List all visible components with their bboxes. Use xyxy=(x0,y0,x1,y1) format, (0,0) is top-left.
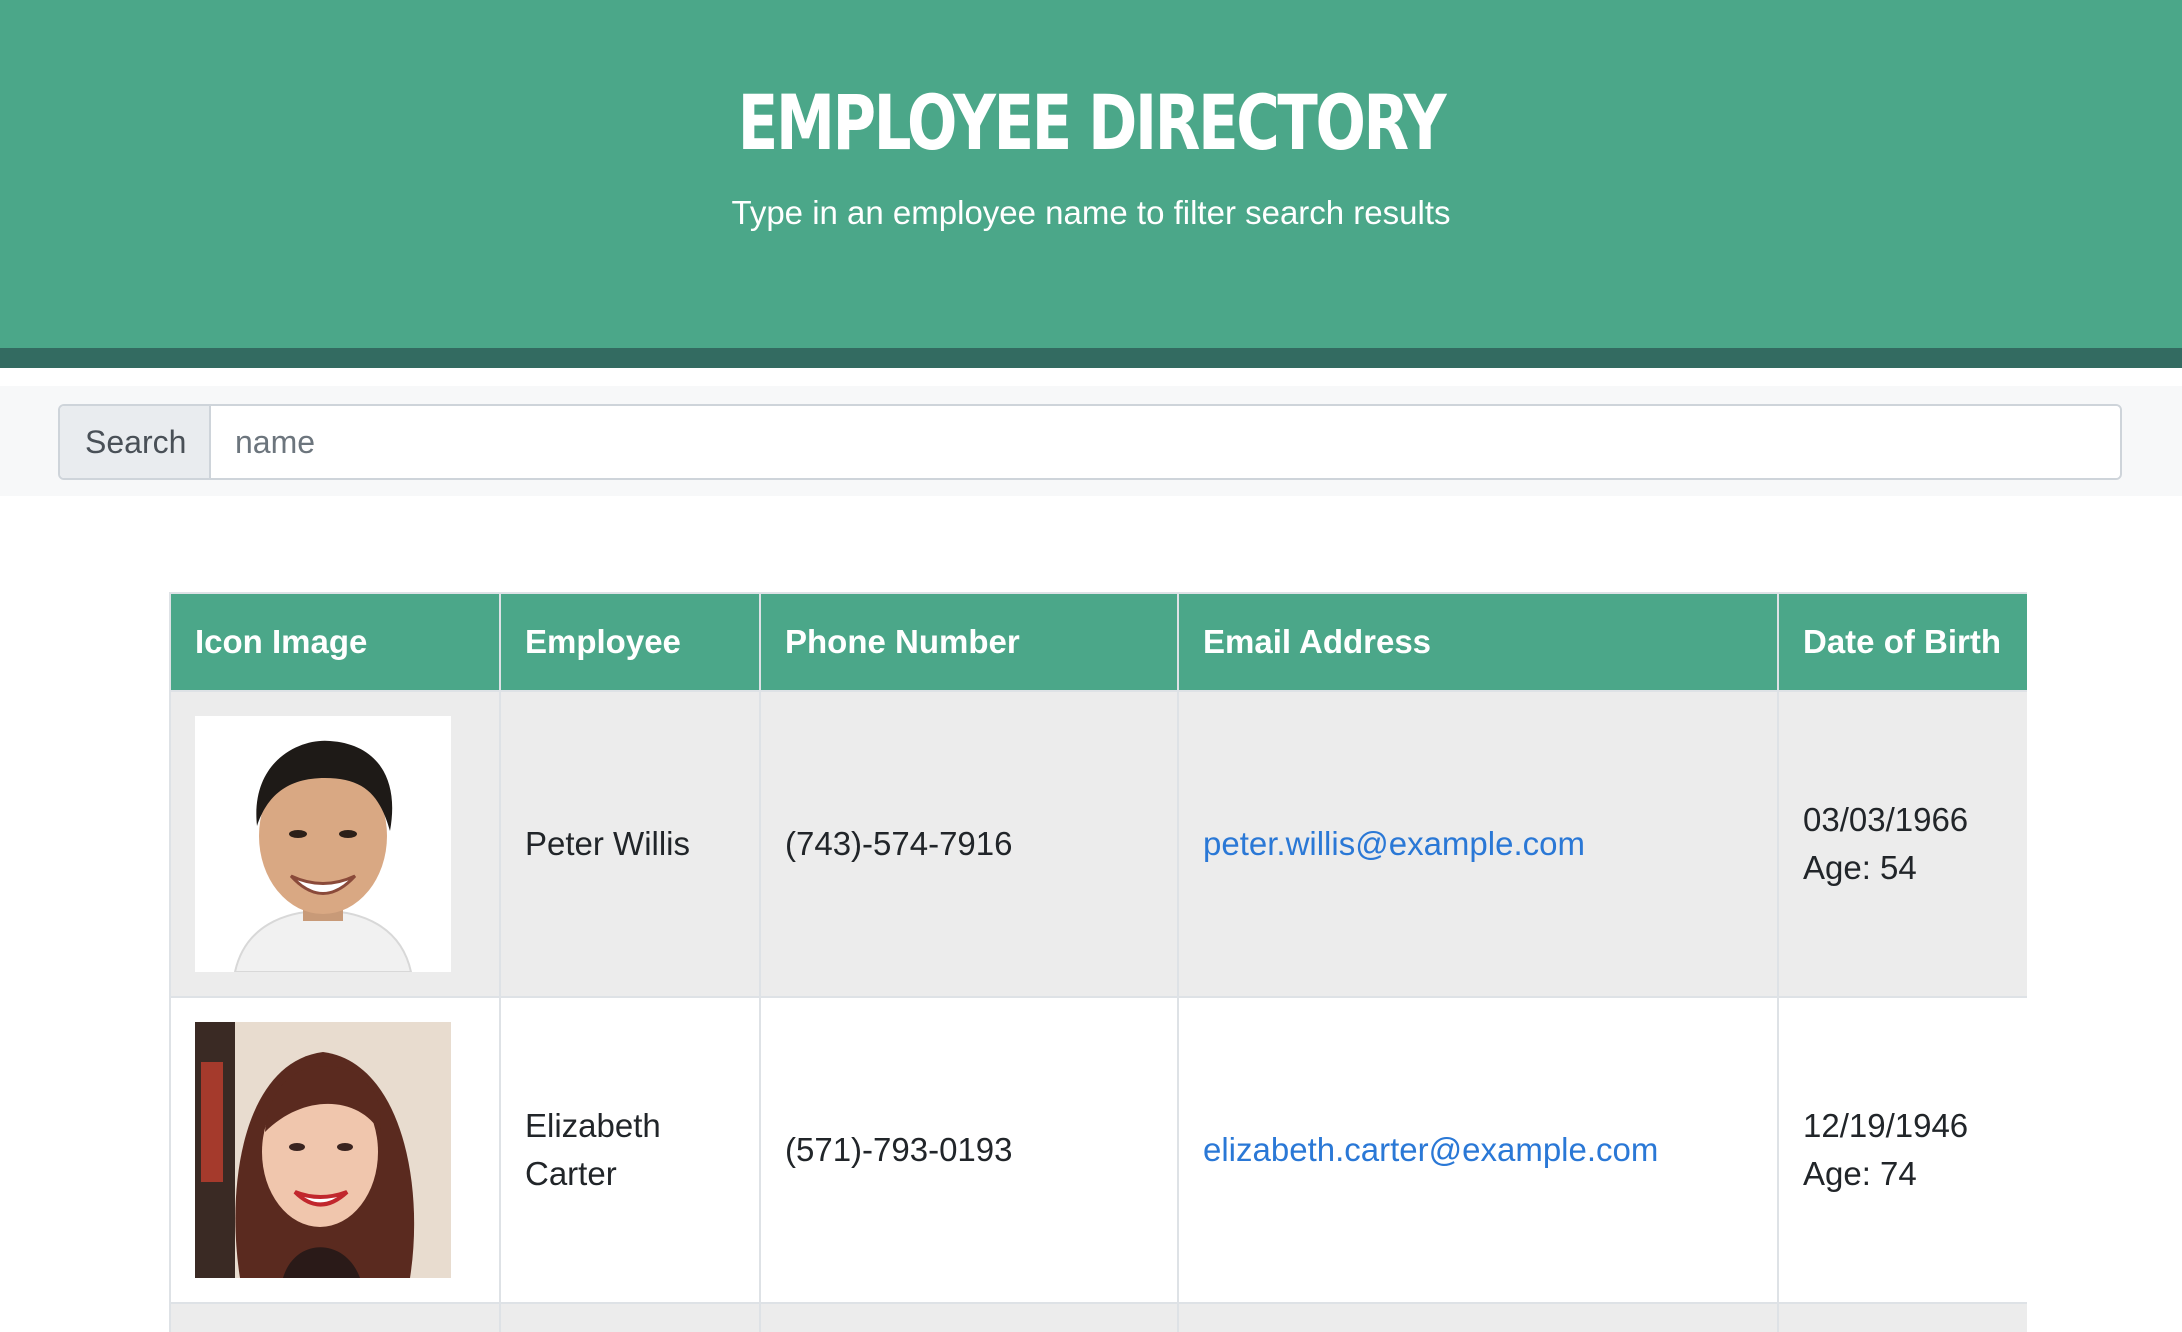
page-subtitle: Type in an employee name to filter searc… xyxy=(731,194,1451,231)
column-header-phone-number[interactable]: Phone Number xyxy=(759,592,1179,692)
email-address-cell: peter.willis@example.com xyxy=(1177,690,1779,998)
dob-value: 03/03/1966 xyxy=(1803,801,1969,838)
employee-name-cell: Peter Willis xyxy=(499,690,761,998)
column-header-email-address[interactable]: Email Address xyxy=(1177,592,1779,692)
column-header-icon-image[interactable]: Icon Image xyxy=(169,592,501,692)
person-portrait-icon xyxy=(195,716,451,972)
table-row: Elizabeth Carter (571)-793-0193 elizabet… xyxy=(169,996,2027,1304)
dob-value: 12/19/1946 xyxy=(1803,1107,1969,1144)
page-header: EMPLOYEE DIRECTORY Type in an employee n… xyxy=(0,0,2182,348)
employee-table-container: Icon Image Employee Phone Number Email A… xyxy=(169,592,2027,1332)
table-header-row: Icon Image Employee Phone Number Email A… xyxy=(169,592,2027,692)
table-row: Peter Willis (743)-574-7916 peter.willis… xyxy=(169,690,2027,998)
email-link[interactable]: peter.willis@example.com xyxy=(1203,825,1585,862)
icon-image-cell xyxy=(169,996,501,1304)
page-title: EMPLOYEE DIRECTORY xyxy=(737,78,1447,167)
search-input[interactable] xyxy=(211,406,2120,478)
email-link[interactable]: elizabeth.carter@example.com xyxy=(1203,1131,1658,1168)
employee-table: Icon Image Employee Phone Number Email A… xyxy=(169,592,2027,1332)
email-address-cell: elizabeth.carter@example.com xyxy=(1177,996,1779,1304)
date-of-birth-cell: 03/03/1966 Age: 54 xyxy=(1777,690,2027,998)
icon-image-cell xyxy=(169,690,501,998)
phone-number-cell: (571)-793-0193 xyxy=(759,996,1179,1304)
age-value: Age: 74 xyxy=(1803,1155,1917,1192)
search-label: Search xyxy=(60,406,211,478)
phone-number-cell: (743)-574-7916 xyxy=(759,690,1179,998)
column-header-employee[interactable]: Employee xyxy=(499,592,761,692)
age-value: Age: 54 xyxy=(1803,849,1917,886)
search-group: Search xyxy=(58,404,2122,480)
header-divider xyxy=(0,348,2182,368)
column-header-date-of-birth[interactable]: Date of Birth xyxy=(1777,592,2027,692)
date-of-birth-cell: 12/19/1946 Age: 74 xyxy=(1777,996,2027,1304)
person-portrait-icon xyxy=(195,1022,451,1278)
employee-name-cell: Elizabeth Carter xyxy=(499,996,761,1304)
